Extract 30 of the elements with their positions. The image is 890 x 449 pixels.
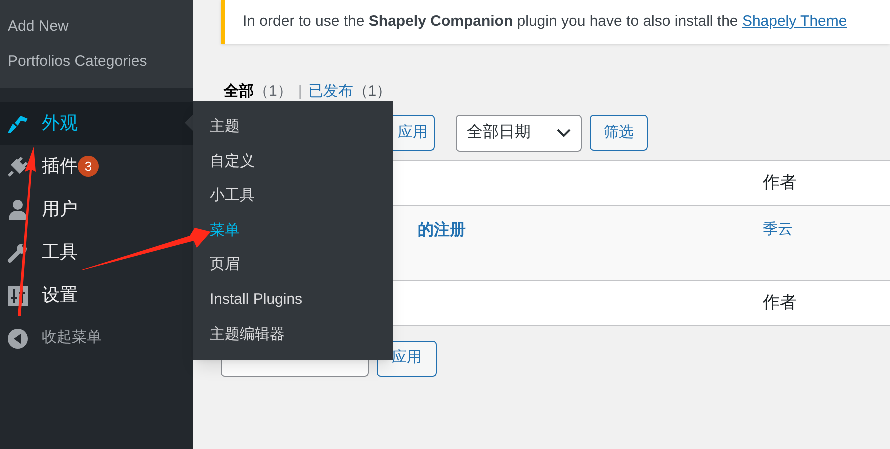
column-header[interactable]: 作者: [763, 170, 797, 196]
theme-link[interactable]: Shapely Theme: [742, 12, 848, 30]
count-text: （1）: [353, 82, 392, 102]
flyout-item[interactable]: 菜单: [210, 214, 240, 248]
submenu-item[interactable]: Portfolios Categories: [8, 50, 193, 73]
menu-item[interactable]: 外观: [0, 102, 193, 145]
flyout-item[interactable]: 小工具: [210, 179, 255, 214]
flyout-item[interactable]: 自定义: [210, 144, 255, 180]
notice-text: In order to use the Shapely Companion plugin you have to also install the Shapely Theme: [243, 12, 848, 32]
status-filter-link[interactable]: 全部: [224, 80, 254, 104]
menu-item[interactable]: 收起菜单: [0, 317, 193, 360]
flyout-item[interactable]: Install Plugins: [210, 282, 303, 318]
flyout-item[interactable]: 主题: [210, 110, 240, 145]
person-icon: [8, 198, 28, 220]
plug-icon: [7, 156, 29, 178]
filter-button[interactable]: 筛选: [590, 115, 648, 151]
submenu-item[interactable]: Add New: [8, 16, 193, 38]
post-title-link[interactable]: 的注册: [418, 222, 466, 239]
chevron-down-icon: [557, 128, 571, 138]
date-filter-select[interactable]: 全部日期: [456, 114, 582, 152]
count-text: （1）: [254, 82, 292, 102]
separator: |: [298, 82, 302, 102]
update-count-badge: 3: [78, 156, 99, 177]
flyout-item[interactable]: 主题编辑器: [210, 318, 285, 352]
status-filter-link[interactable]: 已发布: [308, 80, 354, 104]
flyout-item[interactable]: 页眉: [210, 248, 240, 283]
date-filter-value: 全部日期: [467, 122, 531, 143]
column-header[interactable]: 作者: [763, 290, 797, 316]
menu-item[interactable]: 用户: [0, 188, 193, 231]
author-link[interactable]: 季云: [763, 219, 793, 242]
